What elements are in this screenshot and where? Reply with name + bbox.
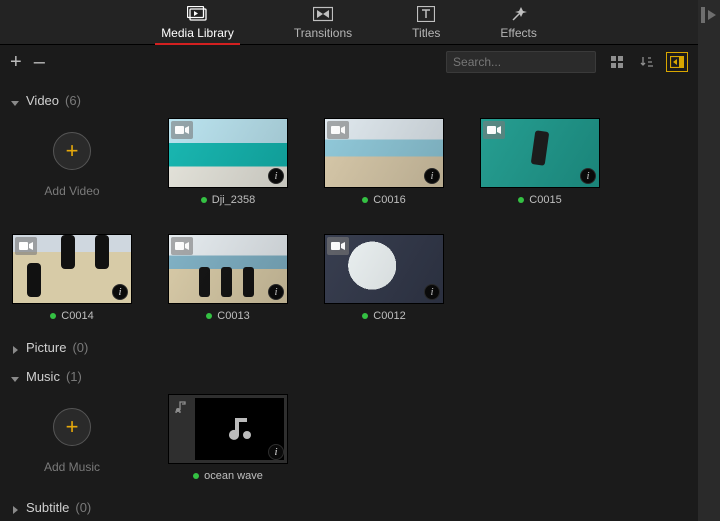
status-dot <box>518 197 524 203</box>
sort-icon[interactable] <box>636 52 658 72</box>
section-title: Picture <box>26 340 66 355</box>
plus-circle-icon[interactable]: + <box>53 132 91 170</box>
add-video-tile[interactable]: + Add Video <box>12 118 132 206</box>
chevron-down-icon <box>10 96 20 106</box>
chevron-right-icon <box>10 503 20 513</box>
video-tile[interactable]: i C0016 <box>324 118 444 206</box>
remove-button[interactable]: – <box>34 52 45 72</box>
status-dot <box>362 313 368 319</box>
video-grid: + Add Video i Dji_2358 i C0016 <box>10 114 688 332</box>
add-video-label: Add Video <box>44 184 99 198</box>
video-tile[interactable]: i C0015 <box>480 118 600 206</box>
video-type-icon <box>327 121 349 139</box>
toolbar: + – <box>0 45 698 79</box>
video-thumbnail[interactable]: i <box>168 118 288 188</box>
tab-label: Effects <box>500 26 536 40</box>
video-type-icon <box>15 237 37 255</box>
tab-label: Transitions <box>294 26 352 40</box>
add-music-tile[interactable]: + Add Music <box>12 394 132 482</box>
video-type-icon <box>327 237 349 255</box>
titles-icon <box>417 4 435 24</box>
section-picture-header[interactable]: Picture (0) <box>10 332 688 361</box>
info-icon[interactable]: i <box>268 444 284 460</box>
music-tile[interactable]: i ocean wave <box>168 394 288 482</box>
tab-effects[interactable]: Effects <box>500 4 536 42</box>
section-video-header[interactable]: Video (6) <box>10 85 688 114</box>
transitions-icon <box>313 4 333 24</box>
add-button[interactable]: + <box>10 52 22 72</box>
video-thumbnail[interactable]: i <box>168 234 288 304</box>
video-thumbnail[interactable]: i <box>324 118 444 188</box>
status-dot <box>201 197 207 203</box>
right-rail <box>698 0 720 521</box>
status-dot <box>193 473 199 479</box>
tab-label: Titles <box>412 26 440 40</box>
section-count: (0) <box>72 340 88 355</box>
status-dot <box>206 313 212 319</box>
status-dot <box>362 197 368 203</box>
music-grid: + Add Music i ocean wave <box>10 390 688 492</box>
section-music-header[interactable]: Music (1) <box>10 361 688 390</box>
plus-circle-icon[interactable]: + <box>53 408 91 446</box>
clip-name: C0012 <box>373 310 405 322</box>
info-icon[interactable]: i <box>268 168 284 184</box>
clip-name: C0015 <box>529 194 561 206</box>
tab-titles[interactable]: Titles <box>412 4 440 42</box>
tab-media-library[interactable]: Media Library <box>161 4 234 42</box>
clip-name: C0014 <box>61 310 93 322</box>
section-subtitle-header[interactable]: Subtitle (0) <box>10 492 688 521</box>
clip-name: C0016 <box>373 194 405 206</box>
tab-label: Media Library <box>161 26 234 40</box>
video-type-icon <box>171 121 193 139</box>
section-count: (1) <box>66 369 82 384</box>
section-title: Video <box>26 93 59 108</box>
panel-toggle-icon[interactable] <box>666 52 688 72</box>
media-content[interactable]: Video (6) + Add Video i Dji_2358 i C <box>0 79 698 521</box>
collapse-panel-icon[interactable] <box>700 6 718 521</box>
top-tabs: Media Library Transitions Titles Effects <box>0 0 698 45</box>
chevron-right-icon <box>10 343 20 353</box>
video-tile[interactable]: i Dji_2358 <box>168 118 288 206</box>
info-icon[interactable]: i <box>580 168 596 184</box>
clip-name: C0013 <box>217 310 249 322</box>
video-tile[interactable]: i C0012 <box>324 234 444 322</box>
section-count: (6) <box>65 93 81 108</box>
info-icon[interactable]: i <box>424 284 440 300</box>
clip-name: ocean wave <box>204 470 263 482</box>
section-title: Subtitle <box>26 500 69 515</box>
video-tile[interactable]: i C0014 <box>12 234 132 322</box>
chevron-down-icon <box>10 372 20 382</box>
video-thumbnail[interactable]: i <box>480 118 600 188</box>
grid-view-icon[interactable] <box>606 52 628 72</box>
tab-transitions[interactable]: Transitions <box>294 4 352 42</box>
media-library-icon <box>187 4 209 24</box>
info-icon[interactable]: i <box>268 284 284 300</box>
music-thumbnail[interactable]: i <box>168 394 288 464</box>
add-music-label: Add Music <box>44 460 100 474</box>
info-icon[interactable]: i <box>424 168 440 184</box>
info-icon[interactable]: i <box>112 284 128 300</box>
section-count: (0) <box>75 500 91 515</box>
search-input[interactable] <box>446 51 596 73</box>
video-tile[interactable]: i C0013 <box>168 234 288 322</box>
music-type-icon <box>173 399 187 416</box>
video-type-icon <box>171 237 193 255</box>
video-thumbnail[interactable]: i <box>324 234 444 304</box>
effects-icon <box>510 4 528 24</box>
video-type-icon <box>483 121 505 139</box>
section-title: Music <box>26 369 60 384</box>
video-thumbnail[interactable]: i <box>12 234 132 304</box>
clip-name: Dji_2358 <box>212 194 255 206</box>
status-dot <box>50 313 56 319</box>
